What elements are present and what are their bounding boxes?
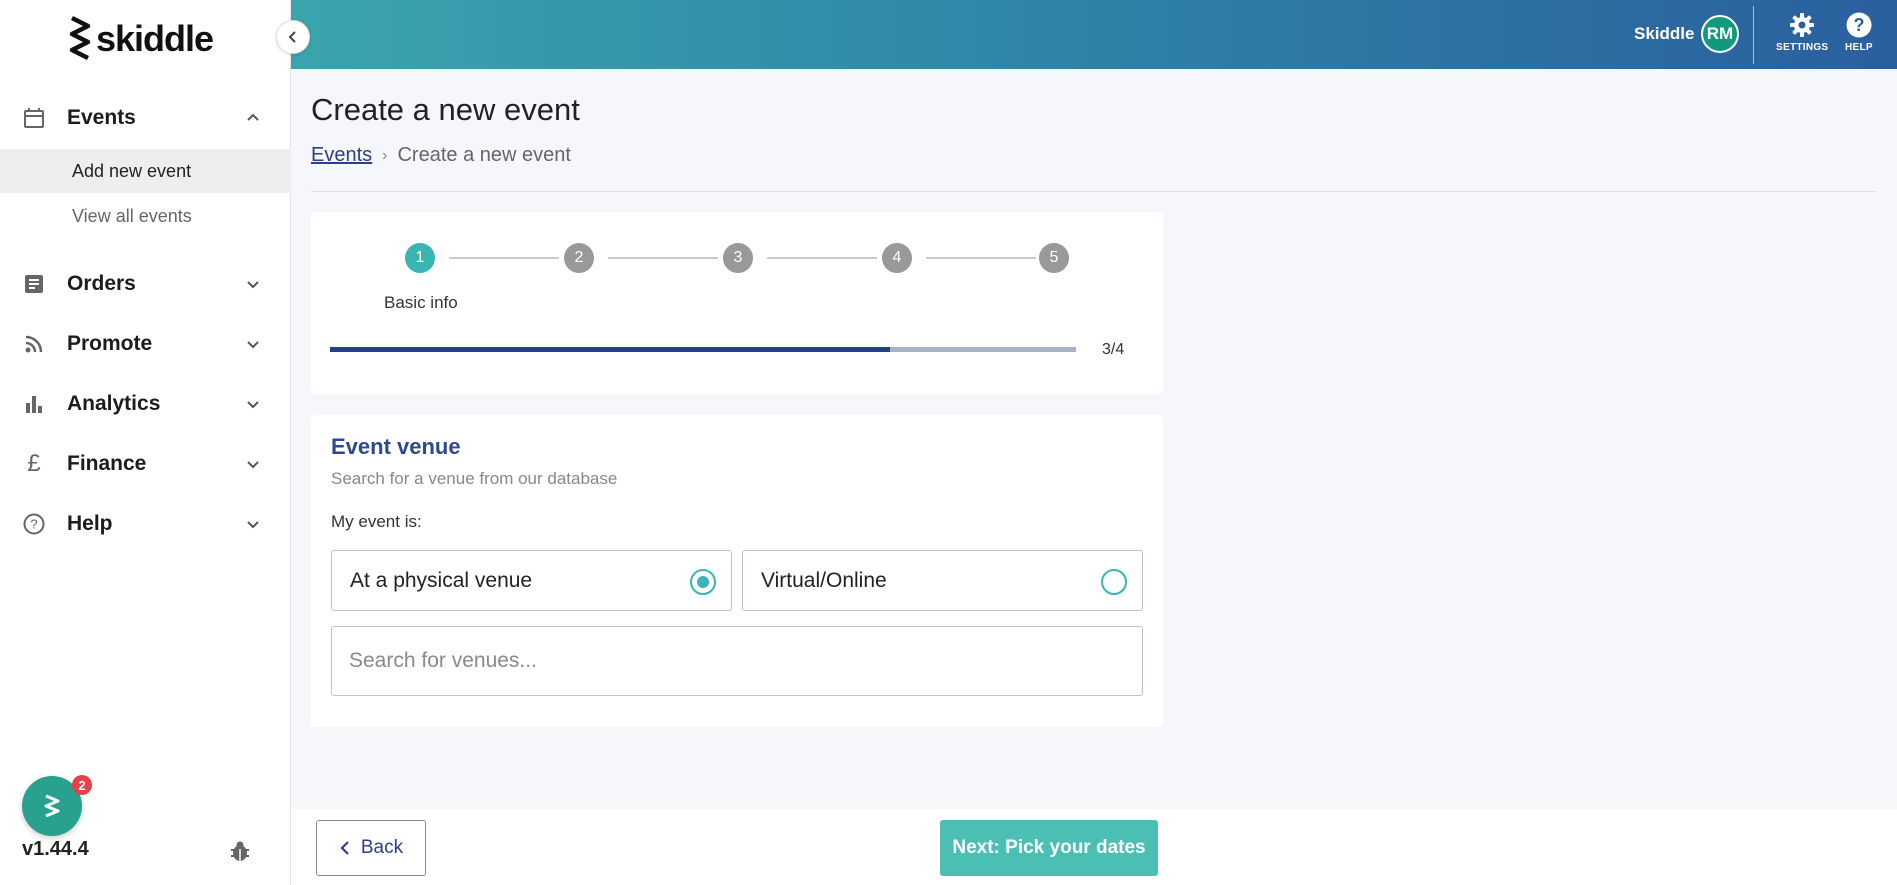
step-connector bbox=[449, 257, 559, 259]
sidebar-subitem-view-all-events[interactable]: View all events bbox=[0, 194, 291, 238]
step-connector bbox=[767, 257, 877, 259]
radio-selected-icon[interactable] bbox=[690, 569, 716, 595]
chevron-up-icon bbox=[247, 113, 259, 121]
sidebar-subitem-label: View all events bbox=[72, 205, 192, 226]
step-2[interactable]: 2 bbox=[564, 243, 594, 273]
settings-button[interactable]: SETTINGS bbox=[1776, 12, 1828, 53]
chevron-down-icon bbox=[247, 461, 259, 469]
bar-chart-icon bbox=[22, 392, 46, 416]
step-1[interactable]: 1 bbox=[405, 243, 435, 273]
rss-icon bbox=[22, 332, 46, 356]
sidebar-subitem-add-new-event[interactable]: Add new event bbox=[0, 149, 291, 193]
step-4[interactable]: 4 bbox=[882, 243, 912, 273]
skiddle-logo-icon bbox=[69, 15, 91, 61]
venue-type-question: My event is: bbox=[331, 512, 422, 531]
settings-label: SETTINGS bbox=[1776, 42, 1829, 53]
chevron-down-icon bbox=[247, 521, 259, 529]
virtual-online-option[interactable]: Virtual/Online bbox=[742, 550, 1143, 611]
next-button[interactable]: Next: Pick your dates bbox=[940, 820, 1158, 876]
question-circle-icon: ? bbox=[22, 512, 46, 536]
step-5[interactable]: 5 bbox=[1039, 243, 1069, 273]
sidebar-item-label: Orders bbox=[67, 272, 136, 295]
header-divider bbox=[1753, 6, 1754, 64]
chevron-down-icon bbox=[247, 281, 259, 289]
sidebar-item-help[interactable]: ? Help bbox=[0, 504, 291, 544]
breadcrumb-current: Create a new event bbox=[397, 144, 571, 166]
help-icon: ? bbox=[1846, 12, 1872, 38]
breadcrumb: Events › Create a new event bbox=[311, 144, 571, 167]
back-button-label: Back bbox=[360, 837, 404, 858]
page-title: Create a new event bbox=[311, 92, 580, 127]
radio-unselected-icon[interactable] bbox=[1101, 569, 1127, 595]
sidebar-item-events[interactable]: Events bbox=[0, 98, 291, 138]
sidebar-item-label: Promote bbox=[67, 332, 153, 355]
sidebar-item-label: Finance bbox=[67, 452, 147, 475]
chevron-left-icon bbox=[340, 841, 349, 855]
breadcrumb-separator: › bbox=[382, 146, 388, 164]
venue-section-title: Event venue bbox=[331, 434, 461, 459]
breadcrumb-link-events[interactable]: Events bbox=[311, 144, 372, 167]
step-3[interactable]: 3 bbox=[723, 243, 753, 273]
chevron-left-icon bbox=[288, 31, 296, 43]
physical-venue-option[interactable]: At a physical venue bbox=[331, 550, 732, 611]
avatar[interactable]: RM bbox=[1701, 15, 1739, 53]
skiddle-chat-icon bbox=[44, 794, 60, 818]
calendar-icon bbox=[22, 106, 46, 130]
bug-report-icon[interactable] bbox=[228, 839, 252, 863]
sidebar-item-label: Help bbox=[67, 512, 113, 535]
current-step-label: Basic info bbox=[384, 293, 458, 312]
radio-label: Virtual/Online bbox=[761, 569, 887, 592]
pound-icon: £ bbox=[27, 450, 41, 477]
sidebar-subitem-label: Add new event bbox=[72, 160, 192, 181]
brand-name: skiddle bbox=[96, 18, 214, 59]
receipt-icon bbox=[22, 272, 46, 296]
brand-logo[interactable]: skiddle bbox=[66, 14, 214, 64]
sidebar-item-promote[interactable]: Promote bbox=[0, 324, 291, 364]
user-name[interactable]: Skiddle bbox=[1634, 24, 1694, 44]
sidebar-item-analytics[interactable]: Analytics bbox=[0, 384, 291, 424]
help-label: HELP bbox=[1845, 42, 1873, 53]
app-version: v1.44.4 bbox=[22, 838, 89, 860]
step-connector bbox=[608, 257, 718, 259]
notification-badge: 2 bbox=[72, 775, 92, 795]
sidebar: skiddle Events Add new event View all ev… bbox=[0, 0, 291, 885]
venue-search-input[interactable] bbox=[331, 626, 1143, 696]
progress-text: 3/4 bbox=[1102, 341, 1125, 358]
title-divider bbox=[311, 191, 1876, 192]
chevron-down-icon bbox=[247, 401, 259, 409]
sidebar-item-label: Analytics bbox=[67, 392, 161, 415]
gear-icon bbox=[1790, 13, 1815, 37]
chevron-down-icon bbox=[247, 341, 259, 349]
step-connector bbox=[926, 257, 1036, 259]
venue-section-subtitle: Search for a venue from our database bbox=[331, 469, 618, 488]
back-button[interactable]: Back bbox=[316, 820, 426, 876]
svg-text:?: ? bbox=[30, 517, 37, 532]
progress-fill bbox=[330, 347, 890, 352]
collapse-sidebar-button[interactable] bbox=[276, 20, 310, 54]
help-button[interactable]: ? HELP bbox=[1845, 12, 1873, 53]
sidebar-item-label: Events bbox=[67, 106, 136, 129]
radio-label: At a physical venue bbox=[350, 569, 533, 592]
sidebar-item-orders[interactable]: Orders bbox=[0, 264, 291, 304]
svg-text:?: ? bbox=[1853, 15, 1864, 35]
sidebar-item-finance[interactable]: £ Finance bbox=[0, 444, 291, 484]
